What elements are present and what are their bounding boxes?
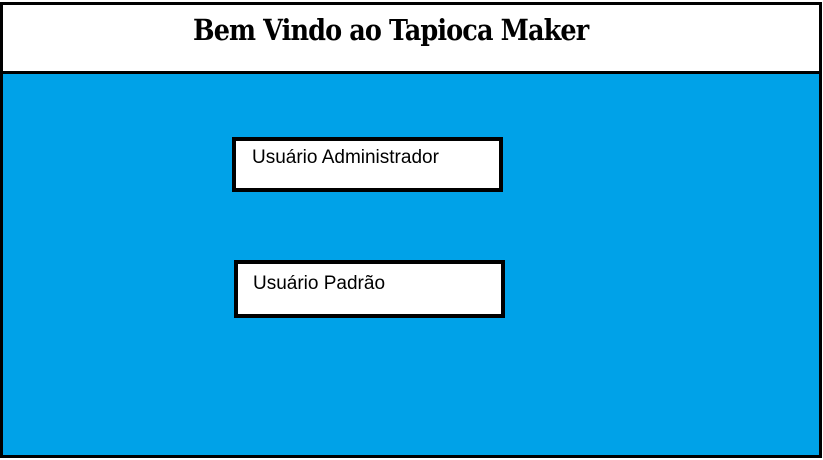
admin-user-label: Usuário Administrador [252, 147, 439, 168]
admin-user-button[interactable]: Usuário Administrador [232, 137, 503, 192]
page-title: Bem Vindo ao Tapioca Maker [193, 13, 589, 47]
header-bar: Bem Vindo ao Tapioca Maker [0, 2, 822, 74]
main-panel: Usuário Administrador Usuário Padrão [0, 72, 822, 458]
standard-user-button[interactable]: Usuário Padrão [234, 260, 505, 318]
standard-user-label: Usuário Padrão [253, 273, 386, 294]
app-window: Bem Vindo ao Tapioca Maker Usuário Admin… [0, 0, 823, 460]
